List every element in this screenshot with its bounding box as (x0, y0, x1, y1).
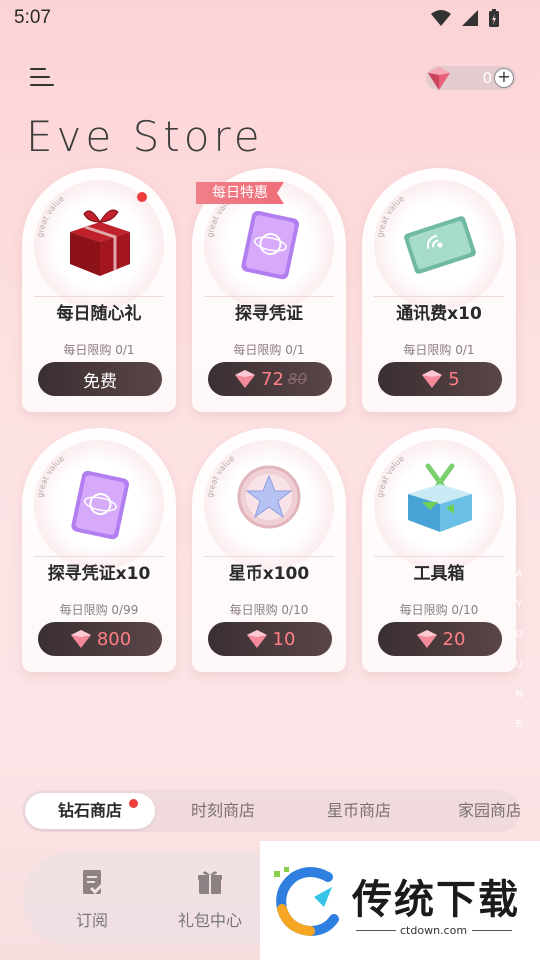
tab-moment-store[interactable]: 时刻商店 (158, 790, 288, 832)
price-value: 72 (261, 368, 284, 390)
card-explore-voucher-x10[interactable]: great value 探寻凭证x10 每日限购 0/99 800 (22, 428, 176, 672)
voucher-card-icon (241, 210, 300, 280)
toolbox-icon (408, 463, 472, 532)
signal-icon (462, 10, 478, 26)
buy-button[interactable]: 20 (378, 622, 502, 656)
card-limit: 每日限购 0/10 (399, 603, 479, 617)
diamond-icon (246, 630, 267, 648)
status-time: 5:07 (14, 7, 51, 28)
diamond-icon (235, 370, 255, 388)
star-coin-icon (237, 465, 301, 529)
price-value: 800 (96, 628, 132, 650)
watermark-line (472, 930, 512, 931)
nav-label: 订阅 (75, 911, 108, 930)
diamond-icon (428, 67, 450, 90)
buy-button[interactable]: 10 (208, 622, 332, 656)
new-dot (137, 192, 147, 202)
daily-deal-badge: 每日特惠 (196, 182, 284, 204)
watermark-overlay: 传统下载 ctdown.com (260, 841, 540, 960)
subscription-icon (83, 870, 105, 895)
card-divider (34, 556, 164, 557)
tab-home-store[interactable]: 家园商店 (426, 790, 520, 832)
card-name: 星币x100 (228, 564, 310, 584)
card-communication-fee[interactable]: great value 通讯费x10 每日限购 0/1 5 (362, 168, 516, 412)
price-value: 5 (448, 368, 460, 390)
side-decoration: AYOUNE (515, 569, 523, 730)
card-limit: 每日限购 0/1 (63, 343, 135, 357)
watermark-url: ctdown.com (400, 924, 468, 937)
gift-box-icon (70, 209, 130, 276)
card-limit: 每日限购 0/99 (59, 603, 139, 617)
card-divider (374, 556, 504, 557)
card-divider (34, 296, 164, 297)
store-title: Eve Store (26, 112, 264, 161)
ticket-icon (404, 216, 476, 274)
card-daily-gift[interactable]: great value 每日随心礼 每日限购 0/1 免费 (22, 168, 176, 412)
watermark-logo (274, 867, 339, 937)
store-tab-bar: 钻石商店 时刻商店 星币商店 家园商店 (22, 790, 520, 832)
tab-notification-dot (129, 799, 138, 808)
status-bar: 5:07 (0, 0, 540, 36)
nav-gift-center[interactable]: 礼包中心 (170, 867, 250, 931)
nav-label: 礼包中心 (177, 911, 242, 930)
card-name: 探寻凭证 (235, 304, 303, 324)
original-price: 80 (287, 370, 307, 388)
tab-label: 星币商店 (326, 801, 391, 820)
card-limit: 每日限购 0/10 (229, 603, 309, 617)
card-divider (374, 296, 504, 297)
price-value: 10 (272, 628, 296, 650)
card-limit: 每日限购 0/1 (403, 343, 475, 357)
tab-label: 钻石商店 (57, 801, 122, 820)
battery-icon (489, 9, 499, 27)
card-explore-voucher[interactable]: great value 探寻凭证 每日限购 0/1 72 80 (192, 168, 346, 412)
gift-icon (198, 871, 222, 894)
card-name: 工具箱 (413, 564, 465, 584)
watermark-text: 传统下载 (352, 877, 520, 923)
tab-diamond-store[interactable]: 钻石商店 (25, 793, 155, 829)
wifi-icon (431, 10, 451, 26)
diamond-icon (416, 630, 437, 648)
card-toolbox[interactable]: great value 工具箱 每日限购 0/10 20 (362, 428, 516, 672)
diamond-count: 0 (482, 69, 492, 87)
buy-button[interactable]: 800 (38, 622, 162, 656)
add-diamond-button[interactable]: + (494, 68, 514, 88)
card-name: 通讯费x10 (396, 304, 482, 324)
card-limit: 每日限购 0/1 (233, 343, 305, 357)
card-name: 每日随心礼 (56, 304, 142, 324)
voucher-card-icon (71, 470, 130, 540)
diamond-balance[interactable]: 0 + (426, 66, 516, 90)
status-icons (430, 8, 500, 28)
diamond-icon (70, 630, 91, 648)
card-divider (204, 296, 334, 297)
card-divider (204, 556, 334, 557)
price-value: 20 (442, 628, 466, 650)
svg-text:great value: great value (205, 454, 236, 498)
nav-subscription[interactable]: 订阅 (52, 867, 132, 931)
card-name: 探寻凭证x10 (47, 564, 151, 584)
free-button[interactable]: 免费 (38, 362, 162, 396)
tab-label: 时刻商店 (190, 801, 255, 820)
buy-button[interactable]: 72 80 (208, 362, 332, 396)
buy-button[interactable]: 5 (378, 362, 502, 396)
tab-star-coin-store[interactable]: 星币商店 (292, 790, 426, 832)
watermark-line (356, 930, 396, 931)
menu-icon[interactable] (30, 68, 54, 88)
diamond-icon (422, 370, 443, 388)
price-label: 免费 (83, 371, 117, 392)
card-star-coin[interactable]: great value 星币x100 每日限购 0/10 10 (192, 428, 346, 672)
tab-label: 家园商店 (458, 801, 520, 820)
